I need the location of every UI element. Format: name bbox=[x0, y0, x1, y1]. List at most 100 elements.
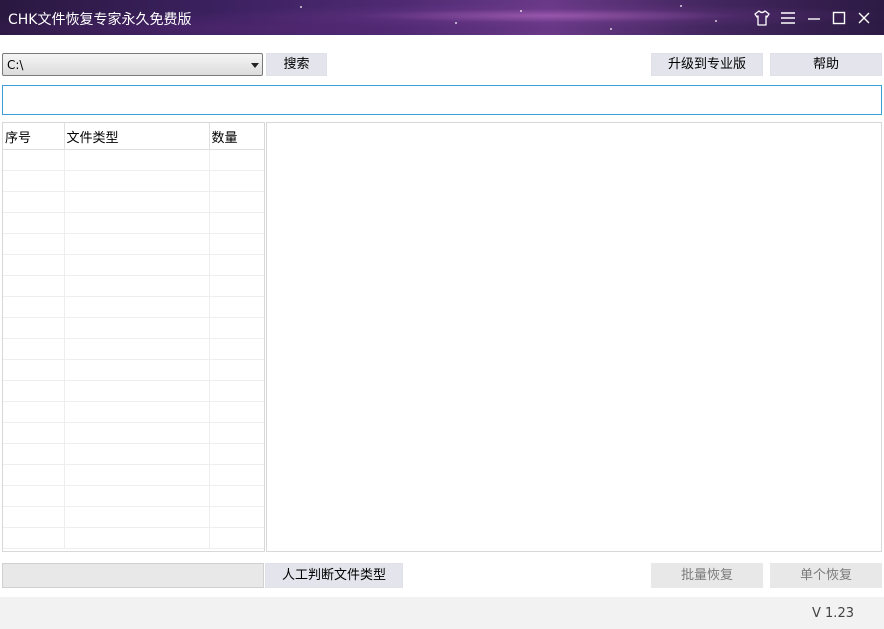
table-cell bbox=[64, 233, 210, 255]
table-header-row: 序号 文件类型 数量 bbox=[3, 123, 264, 150]
table-cell bbox=[64, 527, 210, 549]
table-row bbox=[3, 149, 264, 171]
path-input[interactable] bbox=[2, 85, 882, 115]
table-cell bbox=[209, 380, 264, 402]
table-row bbox=[3, 422, 264, 444]
star-decoration bbox=[715, 20, 717, 22]
help-button[interactable]: 帮助 bbox=[770, 53, 882, 76]
table-cell bbox=[209, 443, 264, 465]
table-cell bbox=[3, 527, 65, 549]
table-cell bbox=[64, 212, 210, 234]
table-row bbox=[3, 212, 264, 234]
table-cell bbox=[64, 254, 210, 276]
table-cell bbox=[64, 149, 210, 171]
table-cell bbox=[3, 464, 65, 486]
table-row bbox=[3, 527, 264, 549]
upgrade-button[interactable]: 升级到专业版 bbox=[651, 53, 763, 76]
table-cell bbox=[3, 296, 65, 318]
search-button[interactable]: 搜索 bbox=[266, 53, 327, 76]
table-row bbox=[3, 296, 264, 318]
table-cell bbox=[209, 296, 264, 318]
table-cell bbox=[209, 191, 264, 213]
star-decoration bbox=[520, 10, 522, 12]
star-decoration bbox=[300, 6, 302, 8]
file-type-table[interactable]: 序号 文件类型 数量 bbox=[2, 122, 265, 552]
table-row bbox=[3, 191, 264, 213]
table-cell bbox=[64, 338, 210, 360]
table-cell bbox=[209, 506, 264, 528]
star-decoration bbox=[610, 28, 612, 30]
table-cell bbox=[209, 275, 264, 297]
star-decoration bbox=[680, 5, 682, 7]
table-row bbox=[3, 233, 264, 255]
table-cell bbox=[209, 401, 264, 423]
table-cell bbox=[3, 422, 65, 444]
menu-icon[interactable] bbox=[778, 8, 798, 28]
minimize-icon[interactable] bbox=[804, 8, 824, 28]
table-row bbox=[3, 464, 264, 486]
manual-detect-file-type-button[interactable]: 人工判断文件类型 bbox=[265, 563, 403, 588]
table-cell bbox=[3, 254, 65, 276]
table-cell bbox=[3, 233, 65, 255]
table-cell bbox=[209, 422, 264, 444]
table-cell bbox=[64, 296, 210, 318]
table-cell bbox=[64, 191, 210, 213]
table-cell bbox=[64, 464, 210, 486]
table-cell bbox=[3, 380, 65, 402]
chevron-down-icon[interactable] bbox=[251, 63, 259, 68]
table-cell bbox=[64, 170, 210, 192]
table-cell bbox=[209, 233, 264, 255]
app-title: CHK文件恢复专家永久免费版 bbox=[8, 12, 192, 28]
table-row bbox=[3, 317, 264, 339]
table-cell bbox=[3, 506, 65, 528]
table-cell bbox=[64, 422, 210, 444]
version-label: V 1.23 bbox=[812, 606, 854, 621]
skin-icon[interactable] bbox=[752, 8, 772, 28]
table-row bbox=[3, 275, 264, 297]
table-cell bbox=[3, 359, 65, 381]
table-cell bbox=[64, 443, 210, 465]
table-row bbox=[3, 254, 264, 276]
single-recover-button[interactable]: 单个恢复 bbox=[770, 563, 882, 588]
close-icon[interactable] bbox=[854, 8, 874, 28]
table-cell bbox=[3, 275, 65, 297]
table-cell bbox=[209, 464, 264, 486]
table-cell bbox=[3, 338, 65, 360]
table-cell bbox=[209, 485, 264, 507]
star-decoration bbox=[455, 22, 457, 24]
maximize-icon[interactable] bbox=[829, 8, 849, 28]
table-row bbox=[3, 401, 264, 423]
column-header-count[interactable]: 数量 bbox=[209, 123, 264, 150]
table-cell bbox=[64, 359, 210, 381]
table-cell bbox=[209, 317, 264, 339]
table-cell bbox=[64, 506, 210, 528]
table-row bbox=[3, 359, 264, 381]
drive-select-value: C:\ bbox=[7, 58, 24, 72]
table-row bbox=[3, 485, 264, 507]
table-row bbox=[3, 506, 264, 528]
table-cell bbox=[3, 170, 65, 192]
table-row bbox=[3, 380, 264, 402]
table-cell bbox=[3, 401, 65, 423]
column-header-index[interactable]: 序号 bbox=[3, 123, 65, 150]
table-cell bbox=[209, 149, 264, 171]
status-field bbox=[2, 563, 264, 588]
table-cell bbox=[209, 527, 264, 549]
table-cell bbox=[3, 317, 65, 339]
table-row bbox=[3, 170, 264, 192]
table-cell bbox=[209, 254, 264, 276]
preview-panel bbox=[266, 122, 882, 552]
table-cell bbox=[209, 338, 264, 360]
column-header-file-type[interactable]: 文件类型 bbox=[64, 123, 210, 150]
batch-recover-button[interactable]: 批量恢复 bbox=[651, 563, 763, 588]
table-cell bbox=[3, 149, 65, 171]
status-bar: V 1.23 bbox=[0, 597, 884, 629]
title-bar: CHK文件恢复专家永久免费版 bbox=[0, 0, 884, 35]
table-cell bbox=[209, 170, 264, 192]
table-cell bbox=[64, 275, 210, 297]
table-cell bbox=[3, 443, 65, 465]
table-cell bbox=[3, 191, 65, 213]
drive-select[interactable]: C:\ bbox=[2, 53, 263, 76]
table-cell bbox=[209, 212, 264, 234]
table-row bbox=[3, 338, 264, 360]
